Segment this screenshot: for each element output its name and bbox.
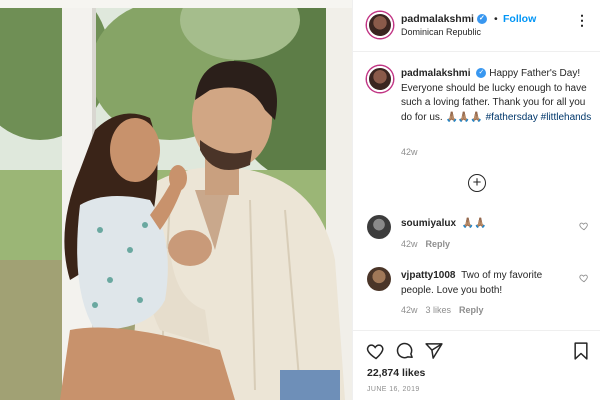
comment-meta: 42w Reply <box>401 239 458 249</box>
share-icon[interactable] <box>424 341 444 361</box>
hashtag-link[interactable]: #fathersday <box>486 112 538 123</box>
caption-timestamp[interactable]: 42w <box>401 147 418 157</box>
comment-like-heart-icon[interactable] <box>579 273 589 283</box>
verified-badge-icon: ✓ <box>476 14 487 25</box>
post-header: padmalakshmi ✓ • Follow Dominican Republi… <box>353 0 600 52</box>
bookmark-icon[interactable] <box>571 341 591 361</box>
hashtag-link[interactable]: #littlehands <box>541 112 592 123</box>
caption-text: padmalakshmi ✓ Happy Father's Day! Everyo… <box>401 67 593 125</box>
comment-username[interactable]: vjpatty1008 <box>401 270 455 281</box>
reply-button[interactable]: Reply <box>426 239 451 249</box>
caption-username[interactable]: padmalakshmi <box>401 68 470 79</box>
comment-icon[interactable] <box>395 341 415 361</box>
post-actions: 22,874 likes JUNE 16, 2019 <box>353 330 600 400</box>
location-link[interactable]: Dominican Republic <box>401 27 481 37</box>
follow-button[interactable]: Follow <box>503 13 536 25</box>
comment-age[interactable]: 42w <box>401 305 418 315</box>
more-options-icon[interactable]: ⋮ <box>575 12 590 29</box>
comment-age[interactable]: 42w <box>401 239 418 249</box>
verified-badge-icon: ✓ <box>476 68 487 79</box>
comment-body: 🙏🏽🙏🏽 <box>461 218 487 229</box>
header-separator: • <box>494 13 498 25</box>
post-date[interactable]: JUNE 16, 2019 <box>367 386 420 393</box>
comment-text: soumiyalux 🙏🏽🙏🏽 <box>401 217 571 232</box>
avatar[interactable] <box>367 12 393 38</box>
post-image[interactable] <box>0 0 352 400</box>
load-more-comments-button[interactable]: + <box>468 174 486 192</box>
comment-like-heart-icon[interactable] <box>579 221 589 231</box>
post-side-panel: padmalakshmi ✓ • Follow Dominican Republi… <box>352 0 600 400</box>
post-photo-illustration <box>0 0 352 400</box>
comment-text: vjpatty1008 Two of my favorite people. L… <box>401 269 571 298</box>
comment-avatar[interactable] <box>367 267 391 291</box>
header-username[interactable]: padmalakshmi ✓ <box>401 13 487 25</box>
comment-likes[interactable]: 3 likes <box>426 305 452 315</box>
reply-button[interactable]: Reply <box>459 305 484 315</box>
like-count[interactable]: 22,874 likes <box>367 367 425 379</box>
comment-avatar[interactable] <box>367 215 391 239</box>
comment-username[interactable]: soumiyalux <box>401 218 456 229</box>
heart-icon[interactable] <box>366 341 386 361</box>
caption-avatar[interactable] <box>367 66 393 92</box>
username-text[interactable]: padmalakshmi <box>401 13 474 25</box>
comment-meta: 42w 3 likes Reply <box>401 305 492 315</box>
